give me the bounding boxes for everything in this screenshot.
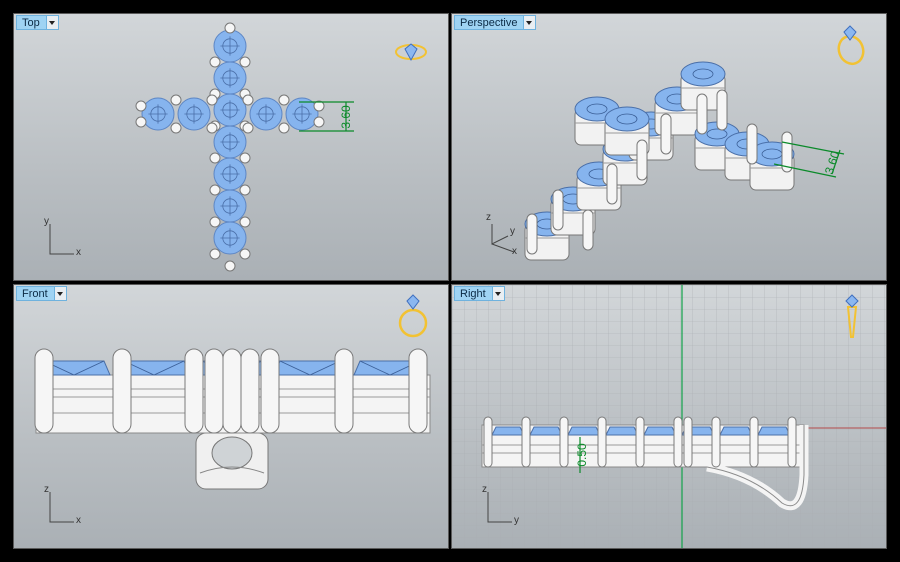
gem-stone: [491, 426, 525, 436]
gem-stone: [567, 426, 601, 436]
dimension-label: 3.60: [822, 149, 843, 176]
viewport-tab-perspective[interactable]: Perspective: [454, 15, 537, 30]
prong: [242, 94, 254, 106]
prong: [34, 348, 54, 434]
ring-icon: [845, 294, 859, 338]
prong: [112, 348, 132, 434]
prong: [597, 416, 607, 468]
prong: [239, 152, 251, 164]
prong: [746, 123, 758, 165]
viewport-front[interactable]: Front z x: [13, 284, 449, 549]
axis-y-label: y: [510, 226, 515, 237]
prong: [209, 248, 221, 260]
viewport-tab-front[interactable]: Front: [16, 286, 67, 301]
ring-icon: [837, 25, 865, 66]
prong: [278, 122, 290, 134]
gem-stone: [719, 426, 753, 436]
dropdown-arrow-icon[interactable]: [524, 15, 537, 30]
prong: [408, 348, 428, 434]
axis-indicator: y x: [44, 216, 94, 260]
prong: [206, 122, 218, 134]
prong: [184, 348, 204, 434]
prong: [239, 216, 251, 228]
prong: [787, 416, 797, 468]
dropdown-arrow-icon[interactable]: [492, 286, 505, 301]
viewport-perspective[interactable]: Perspective 3.60 z y x: [451, 13, 887, 281]
prong: [135, 116, 147, 128]
ring-icon: [395, 43, 427, 62]
prong: [209, 56, 221, 68]
dropdown-arrow-icon[interactable]: [46, 15, 59, 30]
prong: [224, 260, 236, 272]
prong: [711, 416, 721, 468]
prong: [242, 122, 254, 134]
prong: [206, 94, 218, 106]
prong: [209, 184, 221, 196]
axis-x-label: x: [512, 246, 517, 257]
viewport-tab-right[interactable]: Right: [454, 286, 505, 301]
prong: [521, 416, 531, 468]
prong: [696, 93, 708, 135]
axis-y-label: y: [44, 216, 49, 227]
dimension-label: 3.60: [339, 105, 353, 129]
gem-stone: [529, 426, 563, 436]
prong: [749, 416, 759, 468]
prong: [170, 94, 182, 106]
prong: [204, 348, 224, 434]
gem-stone: [604, 106, 650, 132]
prong: [552, 189, 564, 231]
prong: [559, 416, 569, 468]
prong: [239, 56, 251, 68]
prong: [222, 348, 242, 434]
prong: [660, 113, 672, 155]
prong: [313, 116, 325, 128]
prong: [224, 22, 236, 34]
prong: [209, 152, 221, 164]
ring-icon: [398, 294, 428, 338]
viewport-label[interactable]: Perspective: [454, 15, 525, 30]
prong: [260, 348, 280, 434]
viewport-tab-top[interactable]: Top: [16, 15, 59, 30]
prong: [635, 416, 645, 468]
prong: [209, 216, 221, 228]
viewport-label[interactable]: Front: [16, 286, 55, 301]
axis-x-label: x: [76, 247, 81, 258]
gem-stone: [680, 61, 726, 87]
prong: [239, 184, 251, 196]
prong: [606, 163, 618, 205]
axis-x-label: x: [76, 515, 81, 526]
axis-indicator: z y x: [482, 212, 532, 258]
viewport-top[interactable]: Top 3.60 y x: [13, 13, 449, 281]
axis-z-label: z: [482, 484, 487, 495]
prong: [278, 94, 290, 106]
axis-z-label: z: [44, 484, 49, 495]
gem-stone: [757, 426, 791, 436]
prong: [135, 100, 147, 112]
axis-indicator: z y: [482, 484, 532, 528]
viewport-label[interactable]: Right: [454, 286, 493, 301]
dimension-label: 0.50: [575, 443, 589, 467]
dropdown-arrow-icon[interactable]: [54, 286, 67, 301]
gem-stone: [605, 426, 639, 436]
axis-z-label: z: [486, 212, 491, 223]
prong: [240, 348, 260, 434]
prong: [582, 209, 594, 251]
axis-indicator: z x: [44, 484, 94, 528]
axis-y-label: y: [514, 515, 519, 526]
viewport-label[interactable]: Top: [16, 15, 47, 30]
prong: [239, 248, 251, 260]
prong: [716, 89, 728, 131]
prong: [483, 416, 493, 468]
prong: [673, 416, 683, 468]
viewport-right[interactable]: Right 0.50 z y: [451, 284, 887, 549]
prong: [334, 348, 354, 434]
gem-stone: [643, 426, 677, 436]
prong: [170, 122, 182, 134]
prong: [683, 416, 693, 468]
prong: [636, 139, 648, 181]
